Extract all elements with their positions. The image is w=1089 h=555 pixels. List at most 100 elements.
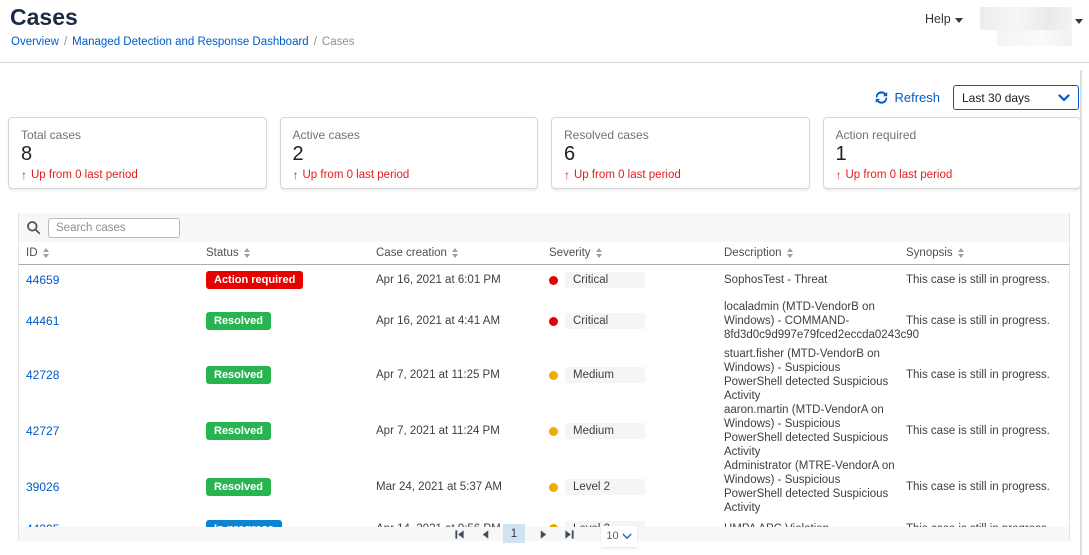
- column-header-severity[interactable]: Severity: [549, 247, 724, 259]
- page-size-select[interactable]: 10: [601, 526, 637, 547]
- breadcrumb-link-overview[interactable]: Overview: [11, 36, 59, 48]
- stat-card-action-required: Action required 1 ↑Up from 0 last period: [823, 117, 1082, 189]
- breadcrumb-separator: /: [314, 36, 317, 48]
- caret-down-icon: [955, 18, 963, 23]
- status-badge: Resolved: [206, 312, 271, 330]
- stat-cards-row: Total cases 8 ↑Up from 0 last period Act…: [8, 117, 1081, 189]
- severity-label: Critical: [565, 313, 645, 329]
- synopsis-cell: This case is still in progress.: [906, 315, 1069, 327]
- up-arrow-icon: ↑: [836, 168, 842, 182]
- help-label: Help: [925, 12, 951, 26]
- cases-table: ID Status Case creation Severity Descrip…: [18, 213, 1070, 541]
- stat-card-active-cases: Active cases 2 ↑Up from 0 last period: [280, 117, 539, 189]
- help-menu-button[interactable]: Help: [925, 12, 963, 26]
- breadcrumb-separator: /: [64, 36, 67, 48]
- case-id-link[interactable]: 42727: [26, 424, 59, 438]
- next-page-button[interactable]: [535, 527, 551, 543]
- refresh-icon: [874, 90, 889, 105]
- case-creation-cell: Apr 16, 2021 at 4:41 AM: [376, 315, 549, 327]
- stat-value: 1: [836, 143, 1069, 166]
- table-row: 44461 Resolved Apr 16, 2021 at 4:41 AM C…: [19, 295, 1069, 347]
- status-badge: Resolved: [206, 366, 271, 384]
- stat-trend-text: Up from 0 last period: [574, 169, 681, 181]
- case-creation-cell: Apr 7, 2021 at 11:24 PM: [376, 425, 549, 437]
- stat-trend: ↑ Up from 0 last period: [564, 168, 797, 182]
- breadcrumb: Overview / Managed Detection and Response …: [11, 36, 355, 48]
- synopsis-cell: This case is still in progress.: [906, 274, 1069, 286]
- severity-cell: Level 2: [549, 479, 724, 495]
- refresh-label: Refresh: [894, 90, 940, 105]
- description-cell: stuart.fisher (MTD-VendorB on Windows) -…: [724, 347, 906, 403]
- column-label: Synopsis: [906, 247, 953, 259]
- stat-trend-text: Up from 0 last period: [303, 169, 410, 181]
- first-page-button[interactable]: [451, 527, 467, 543]
- column-header-id[interactable]: ID: [26, 247, 206, 259]
- column-header-status[interactable]: Status: [206, 247, 376, 259]
- description-cell: aaron.martin (MTD-VendorA on Windows) - …: [724, 403, 906, 459]
- up-arrow-icon: ↑: [564, 168, 570, 182]
- sort-icon: [452, 248, 458, 258]
- sort-icon: [244, 248, 250, 258]
- user-menu-caret-down-icon[interactable]: [1075, 19, 1083, 24]
- user-account-subtext: [997, 30, 1072, 46]
- up-arrow-icon: ↑: [293, 168, 299, 182]
- previous-page-icon: [480, 529, 491, 540]
- pagination-bar: 1 10: [19, 527, 1069, 541]
- synopsis-cell: This case is still in progress.: [906, 481, 1069, 493]
- column-label: ID: [26, 247, 38, 259]
- column-header-synopsis[interactable]: Synopsis: [906, 247, 1069, 259]
- sort-icon: [596, 248, 602, 258]
- case-id-link[interactable]: 42728: [26, 368, 59, 382]
- first-page-icon: [454, 529, 465, 540]
- stat-card-total-cases: Total cases 8 ↑Up from 0 last period: [8, 117, 267, 189]
- period-select[interactable]: Last 30 days: [953, 85, 1079, 110]
- severity-label: Medium: [565, 423, 645, 439]
- case-creation-cell: Apr 7, 2021 at 11:25 PM: [376, 369, 549, 381]
- table-row: 42728 Resolved Apr 7, 2021 at 11:25 PM M…: [19, 347, 1069, 403]
- last-page-icon: [564, 529, 575, 540]
- status-badge: Resolved: [206, 422, 271, 440]
- severity-label: Critical: [565, 272, 645, 288]
- severity-cell: Medium: [549, 367, 724, 383]
- severity-dot-icon: [549, 317, 558, 326]
- synopsis-cell: This case is still in progress.: [906, 369, 1069, 381]
- scrollbar[interactable]: [1080, 70, 1082, 555]
- table-header-row: ID Status Case creation Severity Descrip…: [19, 242, 1069, 265]
- case-id-link[interactable]: 44461: [26, 314, 59, 328]
- case-id-link[interactable]: 39026: [26, 480, 59, 494]
- table-row: 39026 Resolved Mar 24, 2021 at 5:37 AM L…: [19, 459, 1069, 515]
- column-label: Status: [206, 247, 239, 259]
- stat-trend: ↑Up from 0 last period: [836, 168, 1069, 182]
- description-cell: Administrator (MTRE-VendorA on Windows) …: [724, 459, 906, 515]
- case-creation-cell: Mar 24, 2021 at 5:37 AM: [376, 481, 549, 493]
- stat-label: Active cases: [293, 128, 526, 142]
- case-id-link[interactable]: 44659: [26, 273, 59, 287]
- column-label: Description: [724, 247, 782, 259]
- description-cell: localadmin (MTD-VendorB on Windows) - CO…: [724, 300, 906, 342]
- stat-trend: ↑ Up from 0 last period: [21, 168, 254, 182]
- page-title: Cases: [10, 4, 78, 31]
- chevron-down-icon: [1058, 94, 1070, 102]
- severity-dot-icon: [549, 371, 558, 380]
- column-header-case-creation[interactable]: Case creation: [376, 247, 549, 259]
- case-creation-cell: Apr 16, 2021 at 6:01 PM: [376, 274, 549, 286]
- column-label: Case creation: [376, 247, 447, 259]
- stat-trend-text: Up from 0 last period: [31, 169, 138, 181]
- description-cell: SophosTest - Threat: [724, 273, 906, 287]
- chevron-down-icon: [622, 533, 632, 540]
- page-number-button[interactable]: 1: [503, 524, 525, 543]
- column-label: Severity: [549, 247, 591, 259]
- previous-page-button[interactable]: [477, 527, 493, 543]
- search-input[interactable]: [48, 218, 180, 238]
- header-divider: [0, 62, 1089, 63]
- table-row: 42727 Resolved Apr 7, 2021 at 11:24 PM M…: [19, 403, 1069, 459]
- last-page-button[interactable]: [561, 527, 577, 543]
- refresh-button[interactable]: Refresh: [874, 90, 940, 105]
- column-header-description[interactable]: Description: [724, 247, 906, 259]
- up-arrow-icon: ↑: [21, 168, 27, 182]
- sort-icon: [43, 248, 49, 258]
- breadcrumb-link-mdr-dashboard[interactable]: Managed Detection and Response Dashboard: [72, 36, 309, 48]
- user-account-menu[interactable]: [980, 7, 1072, 30]
- stat-value: 8: [21, 143, 254, 166]
- severity-dot-icon: [549, 427, 558, 436]
